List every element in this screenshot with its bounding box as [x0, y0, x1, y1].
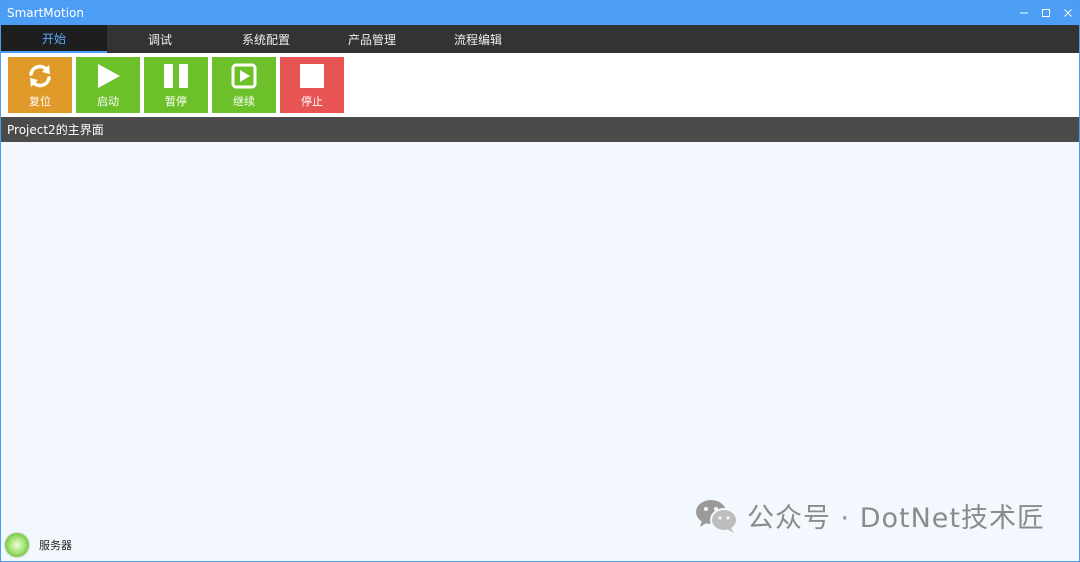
- action-toolbar: 复位 启动 暂停 继续 停止: [1, 53, 1079, 117]
- watermark-text: 公众号 · DotNet技术匠: [746, 503, 1045, 534]
- resume-button-label: 继续: [233, 95, 255, 108]
- window-title: SmartMotion: [7, 6, 84, 20]
- refresh-icon: [26, 62, 54, 90]
- title-bar: SmartMotion: [1, 1, 1079, 25]
- reset-button[interactable]: 复位: [8, 57, 72, 113]
- minimize-button[interactable]: [1013, 1, 1035, 25]
- server-status: 服务器: [5, 533, 72, 557]
- watermark: 公众号 · DotNet技术匠: [695, 496, 1045, 535]
- section-header: Project2的主界面: [1, 117, 1079, 142]
- pause-icon: [162, 62, 190, 90]
- close-button[interactable]: [1057, 1, 1079, 25]
- tab-flow-editor[interactable]: 流程编辑: [425, 25, 531, 53]
- main-tab-bar: 开始 调试 系统配置 产品管理 流程编辑: [1, 25, 1079, 53]
- pause-button[interactable]: 暂停: [144, 57, 208, 113]
- maximize-icon: [1042, 9, 1050, 17]
- stop-button-label: 停止: [301, 95, 323, 108]
- minimize-icon: [1020, 12, 1028, 14]
- stop-button[interactable]: 停止: [280, 57, 344, 113]
- play-icon: [94, 62, 122, 90]
- start-button[interactable]: 启动: [76, 57, 140, 113]
- main-content-area: 服务器 公众号 · DotNet技术匠: [1, 142, 1079, 559]
- reset-button-label: 复位: [29, 95, 51, 108]
- start-button-label: 启动: [97, 95, 119, 108]
- tab-debug[interactable]: 调试: [107, 25, 213, 53]
- wechat-icon: [695, 499, 738, 533]
- window-controls: [1013, 1, 1079, 25]
- resume-button[interactable]: 继续: [212, 57, 276, 113]
- server-status-label: 服务器: [39, 539, 72, 552]
- tab-product-management[interactable]: 产品管理: [319, 25, 425, 53]
- app-window: SmartMotion 开始 调试 系统配置 产品管理 流程编辑 复位 启动 暂…: [0, 0, 1080, 562]
- maximize-button[interactable]: [1035, 1, 1057, 25]
- server-status-indicator: [5, 533, 29, 557]
- tab-start[interactable]: 开始: [1, 25, 107, 53]
- tab-system-config[interactable]: 系统配置: [213, 25, 319, 53]
- stop-icon: [298, 62, 326, 90]
- pause-button-label: 暂停: [165, 95, 187, 108]
- section-title: Project2的主界面: [7, 123, 104, 137]
- play-square-icon: [230, 62, 258, 90]
- close-icon: [1064, 9, 1072, 17]
